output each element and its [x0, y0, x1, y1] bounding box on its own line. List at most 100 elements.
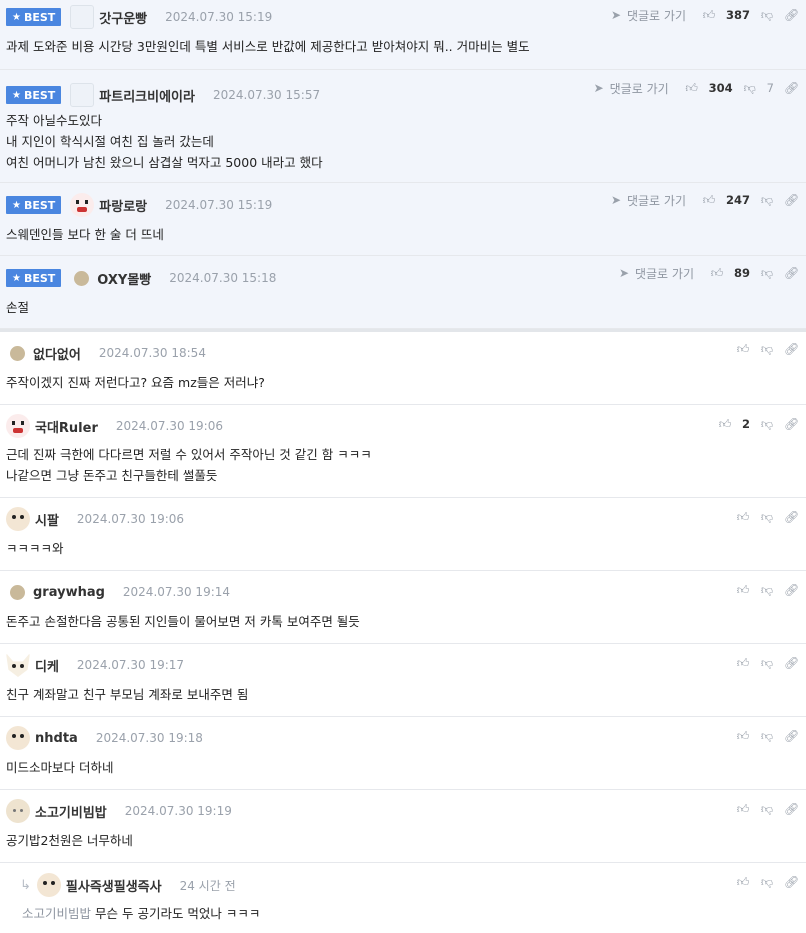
nickname[interactable]: 파트리크비에이라 [99, 86, 195, 105]
thumbs-down-icon[interactable]: 👎︎ [760, 342, 774, 357]
comment: 디케 2024.07.30 19:17 👍︎ 👎︎ 🔗︎ 친구 계좌말고 친구 … [0, 644, 806, 717]
thumbs-up-icon[interactable]: 👍︎ [685, 81, 699, 96]
nickname[interactable]: 소고기비빔밥 [35, 802, 107, 821]
nickname[interactable]: 파랑로랑 [99, 196, 147, 215]
nickname[interactable]: 국대Ruler [35, 417, 98, 436]
link-icon[interactable]: 🔗︎ [784, 342, 799, 356]
avatar[interactable] [70, 193, 95, 217]
comment-body: 공기밥2천원은 너무하네 [6, 833, 133, 848]
comment-actions: 👍︎ 👎︎ 🔗︎ [736, 575, 800, 605]
nickname[interactable]: 디케 [35, 656, 59, 675]
goto-comment-link[interactable]: ➤ 댓글로 가기 [609, 192, 686, 209]
avatar[interactable] [6, 726, 30, 750]
link-icon[interactable]: 🔗︎ [784, 875, 799, 889]
nickname[interactable]: 없다없어 [33, 344, 81, 363]
link-icon[interactable]: 🔗︎ [784, 417, 799, 431]
thumbs-up-icon[interactable]: 👍︎ [736, 729, 750, 744]
reply-comment: ↳ 필사즉생필생즉사 24 시간 전 👍︎ 👎︎ 🔗︎ 소고기비빔밥 무슨 두 … [0, 863, 806, 933]
comment-actions: 👍︎ 👎︎ 🔗︎ [736, 721, 800, 751]
comment: 국대Ruler 2024.07.30 19:06 👍︎ 2 👎︎ 🔗︎ 근데 진짜… [0, 405, 806, 498]
avatar[interactable] [36, 873, 61, 897]
link-icon[interactable]: 🔗︎ [784, 510, 799, 524]
goto-comment-link[interactable]: ➤ 댓글로 가기 [609, 7, 686, 24]
comment-actions: 👍︎ 👎︎ 🔗︎ [736, 334, 800, 364]
best-comment: ★ BEST 파랑로랑 2024.07.30 15:19 ➤ 댓글로 가기 👍︎ 24… [0, 183, 806, 256]
reply-arrow-icon: ↳ [20, 877, 31, 893]
upvote-count: 304 [708, 81, 733, 95]
thumbs-up-icon[interactable]: 👍︎ [736, 342, 750, 357]
comment-body: 주작 아닐수도있다 내 지인이 학식시절 여친 집 놀러 갔는데 여친 어머니가… [6, 113, 323, 170]
avatar[interactable] [10, 584, 25, 600]
avatar[interactable] [70, 5, 95, 29]
comment-body: 손절 [6, 300, 30, 315]
avatar[interactable] [6, 414, 30, 438]
thumbs-down-icon[interactable]: 👎︎ [743, 81, 757, 96]
comment-header: ★ BEST 파랑로랑 2024.07.30 15:19 [6, 188, 272, 222]
nickname[interactable]: graywhag [33, 585, 105, 600]
link-icon[interactable]: 🔗︎ [784, 802, 799, 816]
comment-actions: ➤ 댓글로 가기 👍︎ 247 👎︎ 🔗︎ [609, 185, 799, 215]
comment-header: 없다없어 2024.07.30 18:54 [6, 336, 206, 370]
comment-header: ★ BEST 갓구운빵 2024.07.30 15:19 [6, 0, 272, 34]
comment-body: 소고기비빔밥 무슨 두 공기라도 먹었나 ㅋㅋㅋ [22, 903, 260, 924]
thumbs-down-icon[interactable]: 👎︎ [760, 656, 774, 671]
comment-header: graywhag 2024.07.30 19:14 [6, 575, 230, 609]
thumbs-down-icon[interactable]: 👎︎ [760, 583, 774, 598]
link-icon[interactable]: 🔗︎ [784, 656, 799, 670]
thumbs-up-icon[interactable]: 👍︎ [736, 583, 750, 598]
best-badge: ★ BEST [6, 269, 62, 287]
link-icon[interactable]: 🔗︎ [784, 8, 799, 22]
reply-mention[interactable]: 소고기비빔밥 [22, 906, 91, 921]
nickname[interactable]: 시팔 [35, 510, 59, 529]
goto-comment-link[interactable]: ➤ 댓글로 가기 [592, 80, 669, 97]
comment-actions: 👍︎ 👎︎ 🔗︎ [736, 502, 800, 532]
thumbs-down-icon[interactable]: 👎︎ [760, 802, 774, 817]
star-icon: ★ [12, 11, 21, 23]
comment-date: 2024.07.30 15:57 [212, 88, 321, 102]
thumbs-down-icon[interactable]: 👎︎ [760, 417, 774, 432]
link-icon[interactable]: 🔗︎ [784, 81, 799, 95]
avatar[interactable] [70, 83, 95, 107]
link-icon[interactable]: 🔗︎ [784, 193, 799, 207]
comment-header: 국대Ruler 2024.07.30 19:06 [6, 409, 223, 443]
link-icon[interactable]: 🔗︎ [784, 583, 799, 597]
thumbs-up-icon[interactable]: 👍︎ [736, 875, 750, 890]
comment-date: 24 시간 전 [179, 878, 236, 893]
thumbs-up-icon[interactable]: 👍︎ [702, 8, 716, 23]
comment-body: 미드소마보다 더하네 [6, 760, 114, 775]
comment-header: nhdta 2024.07.30 19:18 [6, 721, 203, 755]
avatar[interactable] [6, 653, 30, 677]
thumbs-up-icon[interactable]: 👍︎ [702, 193, 716, 208]
avatar[interactable] [6, 799, 30, 823]
comment-body: 친구 계좌말고 친구 부모님 계좌로 보내주면 됨 [6, 687, 249, 702]
goto-comment-link[interactable]: ➤ 댓글로 가기 [617, 265, 694, 282]
avatar[interactable] [6, 507, 30, 531]
thumbs-down-icon[interactable]: 👎︎ [760, 266, 774, 281]
comment-actions: 👍︎ 2 👎︎ 🔗︎ [718, 409, 800, 439]
thumbs-down-icon[interactable]: 👎︎ [760, 193, 774, 208]
comment-date: 2024.07.30 18:54 [98, 346, 206, 360]
thumbs-up-icon[interactable]: 👍︎ [736, 656, 750, 671]
reply-text: 무슨 두 공기라도 먹었나 ㅋㅋㅋ [95, 906, 261, 921]
nickname[interactable]: OXY몰빵 [97, 269, 151, 288]
thumbs-up-icon[interactable]: 👍︎ [710, 266, 724, 281]
thumbs-up-icon[interactable]: 👍︎ [736, 510, 750, 525]
comment-date: 2024.07.30 15:19 [165, 10, 273, 24]
thumbs-up-icon[interactable]: 👍︎ [736, 802, 750, 817]
best-comment: ★ BEST 갓구운빵 2024.07.30 15:19 ➤ 댓글로 가기 👍︎ 38… [0, 0, 806, 70]
comment-body: 스웨덴인들 보다 한 술 더 뜨네 [6, 227, 164, 242]
comment-header: 디케 2024.07.30 19:17 [6, 648, 184, 682]
thumbs-down-icon[interactable]: 👎︎ [760, 729, 774, 744]
nickname[interactable]: 갓구운빵 [99, 8, 147, 27]
link-icon[interactable]: 🔗︎ [784, 729, 799, 743]
thumbs-down-icon[interactable]: 👎︎ [760, 875, 774, 890]
avatar[interactable] [74, 270, 90, 286]
nickname[interactable]: 필사즉생필생즉사 [66, 876, 162, 895]
thumbs-up-icon[interactable]: 👍︎ [718, 417, 732, 432]
link-icon[interactable]: 🔗︎ [784, 266, 799, 280]
avatar[interactable] [10, 345, 25, 361]
comment-date: 2024.07.30 15:18 [169, 271, 277, 285]
nickname[interactable]: nhdta [35, 731, 78, 746]
thumbs-down-icon[interactable]: 👎︎ [760, 510, 774, 525]
thumbs-down-icon[interactable]: 👎︎ [760, 8, 774, 23]
